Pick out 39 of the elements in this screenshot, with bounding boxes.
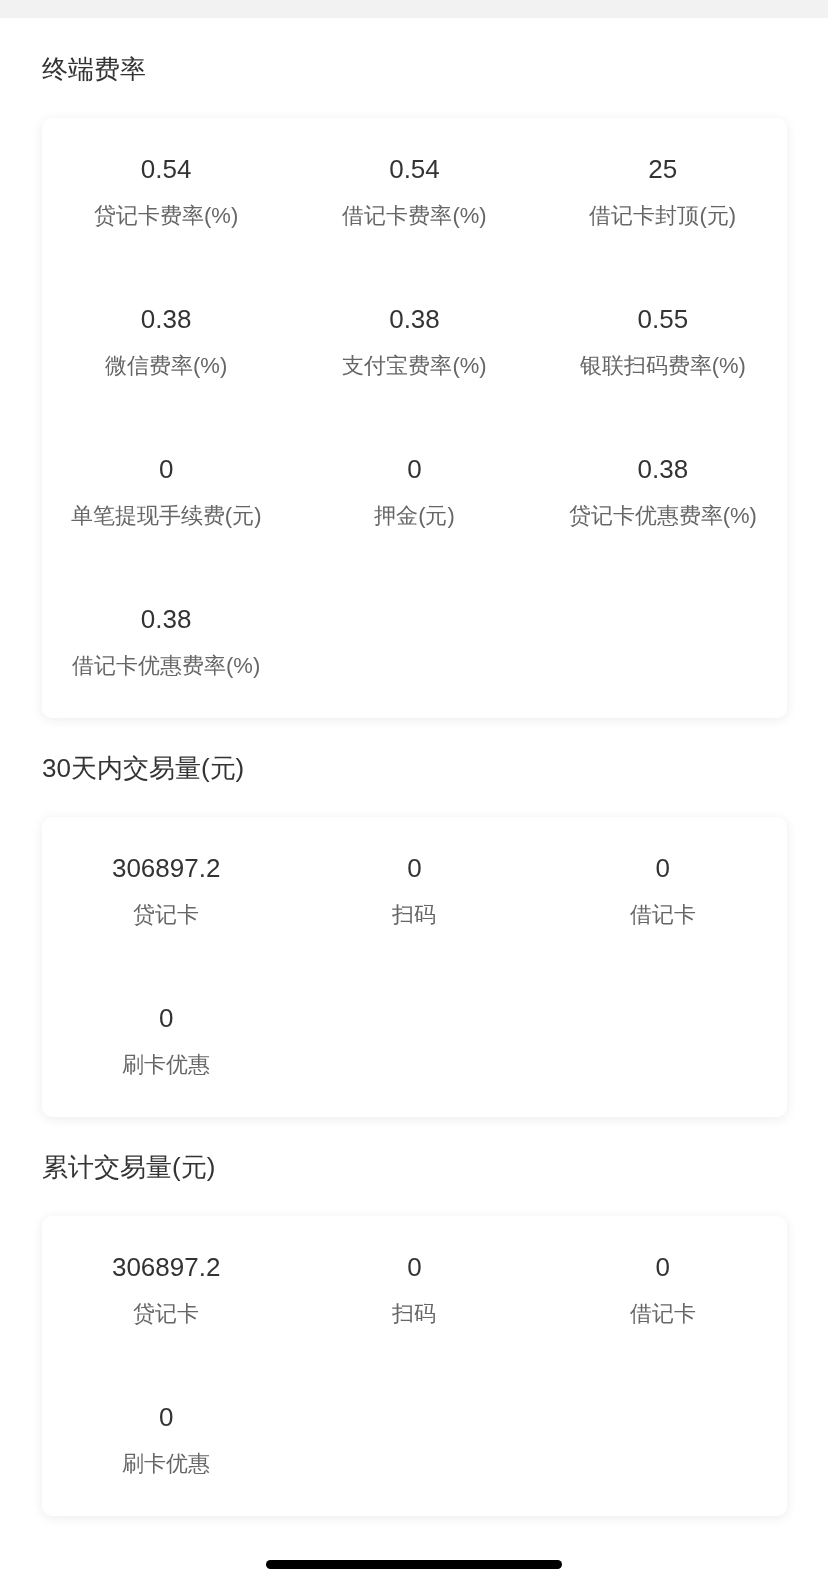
stat-label: 微信费率(%) xyxy=(105,352,228,380)
stat-label: 借记卡费率(%) xyxy=(342,202,487,230)
stat-label: 借记卡 xyxy=(629,1300,696,1328)
section-title: 终端费率 xyxy=(42,53,147,86)
stat-value: 0.38 xyxy=(140,303,192,336)
stat-value: 306897.2 xyxy=(111,852,221,885)
stat-value: 0 xyxy=(407,1251,422,1284)
stat-value: 0 xyxy=(407,852,422,885)
stat-value: 0.54 xyxy=(140,153,192,186)
stat-label: 扫码 xyxy=(392,901,437,929)
stat-label: 刷卡优惠 xyxy=(122,1051,211,1079)
stat-value: 306897.2 xyxy=(111,1251,221,1284)
stat-label: 贷记卡 xyxy=(133,901,200,929)
stat-label: 押金(元) xyxy=(374,502,455,530)
stat-value: 0 xyxy=(655,1251,671,1284)
stat-label: 借记卡 xyxy=(629,901,696,929)
stat-value: 25 xyxy=(648,153,678,186)
stat-label: 支付宝费率(%) xyxy=(342,352,487,380)
stat-value: 0 xyxy=(158,1401,174,1434)
stat-label: 银联扫码费率(%) xyxy=(579,352,746,380)
stat-value: 0.38 xyxy=(637,453,689,486)
stat-label: 借记卡封顶(元) xyxy=(589,202,737,230)
stat-label: 借记卡优惠费率(%) xyxy=(72,652,261,680)
stat-value: 0.38 xyxy=(140,603,192,636)
stat-value: 0.55 xyxy=(637,303,689,336)
stat-label: 贷记卡优惠费率(%) xyxy=(568,502,757,530)
stat-value: 0 xyxy=(407,453,422,486)
stat-value: 0 xyxy=(655,852,671,885)
stat-value: 0.54 xyxy=(389,153,440,186)
section-title: 30天内交易量(元) xyxy=(42,752,246,785)
stat-label: 刷卡优惠 xyxy=(122,1450,211,1478)
stat-value: 0 xyxy=(158,1002,174,1035)
stat-label: 单笔提现手续费(元) xyxy=(70,502,262,530)
stat-label: 贷记卡费率(%) xyxy=(94,202,239,230)
stat-value: 0 xyxy=(158,453,174,486)
stat-label: 贷记卡 xyxy=(133,1300,200,1328)
section-title: 累计交易量(元) xyxy=(42,1151,217,1184)
stat-value: 0.38 xyxy=(389,303,440,336)
stat-label: 扫码 xyxy=(392,1300,437,1328)
